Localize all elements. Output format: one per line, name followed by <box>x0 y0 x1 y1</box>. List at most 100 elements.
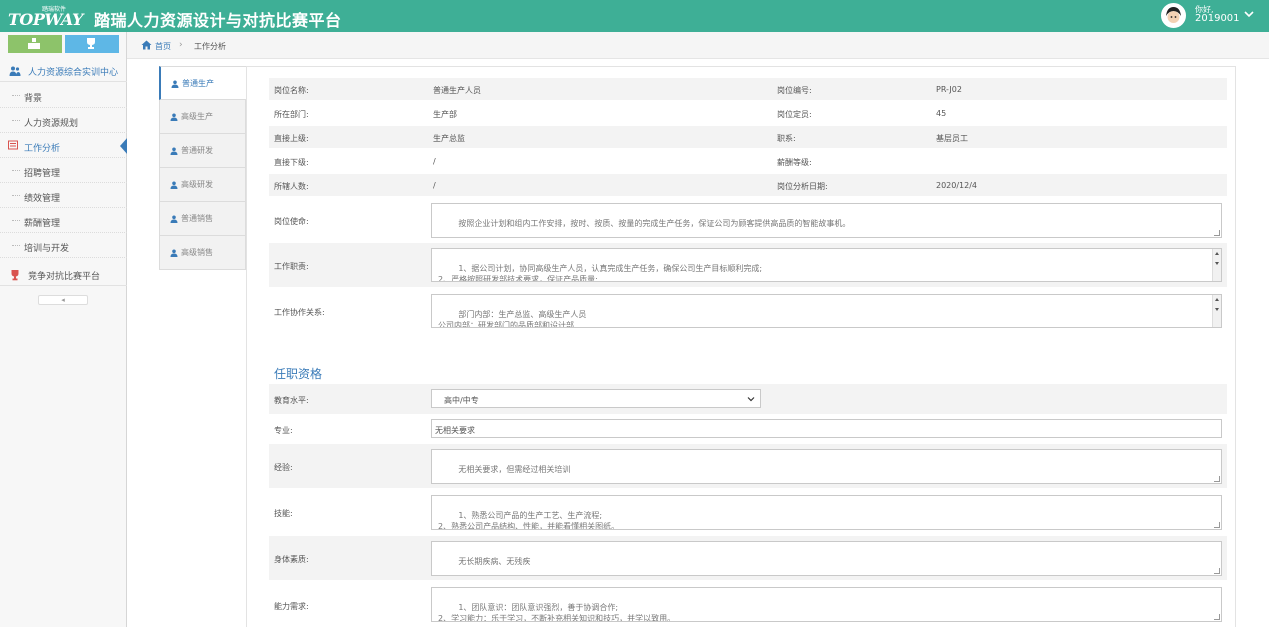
user-icon <box>170 113 178 121</box>
sidebar-shortcut-training[interactable] <box>8 35 62 53</box>
field-label: 薪酬等级: <box>777 158 812 167</box>
tab-senior-sales[interactable]: 高级销售 <box>159 236 246 270</box>
field-value: 生产总监 <box>433 134 465 143</box>
field-value: 45 <box>936 109 947 118</box>
user-icon <box>170 215 178 223</box>
breadcrumb-current: 工作分析 <box>194 42 226 51</box>
user-avatar[interactable] <box>1161 3 1186 28</box>
mission-row: 岗位使命: 按照企业计划和组内工作安排，按时、按质、按量的完成生产任务，保证公司… <box>269 199 1227 241</box>
relations-row: 工作协作关系: 部门内部：生产总监、高级生产人员 公司内部：研发部门的品质部和设… <box>269 289 1227 333</box>
sidebar-group-hr-training[interactable]: 人力资源综合实训中心 <box>0 60 127 82</box>
info-row: 所在部门: 生产部 岗位定员: 45 <box>269 102 1227 124</box>
sidebar-item-compensation[interactable]: 薪酬管理 <box>0 208 127 233</box>
info-row: 直接下级: / 薪酬等级: <box>269 150 1227 172</box>
mission-textarea[interactable]: 按照企业计划和组内工作安排，按时、按质、按量的完成生产任务，保证公司为顾客提供高… <box>431 203 1222 238</box>
field-value: 生产部 <box>433 110 457 119</box>
topway-logo[interactable]: 踏瑞软件 TOPWAY <box>8 4 83 29</box>
scrollbar[interactable] <box>1212 295 1221 327</box>
scrollbar[interactable] <box>1212 249 1221 281</box>
field-label: 职系: <box>777 134 796 143</box>
sidebar: 人力资源综合实训中心 背景 人力资源规划 工作分析 招聘管理 绩效管理 薪酬管理… <box>0 32 128 627</box>
experience-row: 经验: 无相关要求，但需经过相关培训 <box>269 444 1227 488</box>
field-label: 岗位定员: <box>777 110 812 119</box>
field-label: 能力需求: <box>274 602 309 611</box>
field-label: 所辖人数: <box>274 182 309 191</box>
breadcrumb: 首页 › 工作分析 <box>127 32 1269 59</box>
chevron-down-icon[interactable] <box>1243 8 1255 20</box>
tab-regular-sales[interactable]: 普通销售 <box>159 202 246 236</box>
field-label: 专业: <box>274 426 293 435</box>
sidebar-item-label: 绩效管理 <box>24 194 61 204</box>
app-title: 踏瑞人力资源设计与对抗比赛平台 <box>94 11 342 30</box>
field-label: 岗位使命: <box>274 217 309 226</box>
info-row: 直接上级: 生产总监 职系: 基层员工 <box>269 126 1227 148</box>
ability-textarea[interactable]: 1、团队意识：团队意识强烈，善于协调合作; 2、学习能力：乐于学习，不断补充相关… <box>431 587 1222 622</box>
section-title-qualifications: 任职资格 <box>274 367 323 381</box>
major-row: 专业: 无相关要求 <box>269 416 1227 442</box>
tab-label: 普通销售 <box>181 214 213 223</box>
list-icon <box>8 140 18 150</box>
sidebar-item-background[interactable]: 背景 <box>0 83 127 108</box>
field-label: 岗位名称: <box>274 86 309 95</box>
breadcrumb-home-link[interactable]: 首页 <box>155 41 171 52</box>
sidebar-shortcut-competition[interactable] <box>65 35 119 53</box>
job-analysis-panel: 岗位名称: 普通生产人员 岗位编号: PR-J02 所在部门: 生产部 岗位定员… <box>246 66 1236 627</box>
user-icon <box>170 249 178 257</box>
sidebar-item-hr-planning[interactable]: 人力资源规划 <box>0 108 127 133</box>
sidebar-item-label: 薪酬管理 <box>24 219 61 229</box>
education-row: 教育水平: 高中/中专 <box>269 384 1227 414</box>
user-icon <box>170 181 178 189</box>
field-label: 岗位分析日期: <box>777 182 828 191</box>
trophy-icon <box>11 270 19 281</box>
podium-icon <box>28 38 40 49</box>
info-row: 所辖人数: / 岗位分析日期: 2020/12/4 <box>269 174 1227 196</box>
chevron-down-icon <box>747 397 755 402</box>
education-select[interactable]: 高中/中专 <box>431 389 761 408</box>
sidebar-item-label: 工作分析 <box>24 144 61 154</box>
tab-senior-rnd[interactable]: 高级研发 <box>159 168 246 202</box>
user-icon <box>170 147 178 155</box>
major-input[interactable]: 无相关要求 <box>431 419 1222 438</box>
field-label: 岗位编号: <box>777 86 812 95</box>
user-icon <box>171 80 179 88</box>
field-label: 工作协作关系: <box>274 308 325 317</box>
tab-label: 高级销售 <box>181 248 213 257</box>
relations-textarea[interactable]: 部门内部：生产总监、高级生产人员 公司内部：研发部门的品质部和设计部 <box>431 294 1222 328</box>
sidebar-item-performance[interactable]: 绩效管理 <box>0 183 127 208</box>
sidebar-item-training[interactable]: 培训与开发 <box>0 233 127 258</box>
tab-senior-production[interactable]: 高级生产 <box>159 100 246 134</box>
sidebar-group-label: 竞争对抗比赛平台 <box>28 272 101 282</box>
sidebar-item-label: 人力资源规划 <box>24 119 79 129</box>
field-value: PR-J02 <box>936 85 962 94</box>
sidebar-collapse-button[interactable]: ◂ <box>38 295 88 305</box>
field-value: 2020/12/4 <box>936 181 978 190</box>
sidebar-group-competition[interactable]: 竞争对抗比赛平台 <box>0 264 127 286</box>
field-label: 身体素质: <box>274 555 309 564</box>
physical-textarea[interactable]: 无长期疾病、无残疾 <box>431 541 1222 576</box>
sidebar-item-label: 招聘管理 <box>24 169 61 179</box>
experience-textarea[interactable]: 无相关要求，但需经过相关培训 <box>431 449 1222 484</box>
sidebar-item-job-analysis[interactable]: 工作分析 <box>0 133 128 158</box>
skills-textarea[interactable]: 1、熟悉公司产品的生产工艺、生产流程; 2、熟悉公司产品结构、性能，并能看懂相关… <box>431 495 1222 530</box>
users-icon <box>9 66 21 76</box>
main-content: 普通生产 高级生产 普通研发 高级研发 普通销售 高级销售 岗位名称: 普通生产… <box>127 59 1269 627</box>
trophy-icon <box>87 38 95 49</box>
logo-text: TOPWAY <box>8 10 83 29</box>
tab-regular-production[interactable]: 普通生产 <box>159 66 246 100</box>
field-label: 技能: <box>274 509 293 518</box>
physical-row: 身体素质: 无长期疾病、无残疾 <box>269 536 1227 580</box>
field-label: 经验: <box>274 463 293 472</box>
sidebar-item-recruitment[interactable]: 招聘管理 <box>0 158 127 183</box>
tab-label: 普通生产 <box>182 79 214 88</box>
home-icon[interactable] <box>141 40 152 50</box>
field-value: / <box>433 181 436 190</box>
field-label: 教育水平: <box>274 396 309 405</box>
top-header: 踏瑞软件 TOPWAY 踏瑞人力资源设计与对抗比赛平台 你好, 2019001 <box>0 0 1269 32</box>
tab-regular-rnd[interactable]: 普通研发 <box>159 134 246 168</box>
sidebar-item-label: 培训与开发 <box>24 244 70 254</box>
sidebar-group-label: 人力资源综合实训中心 <box>28 68 119 78</box>
user-id: 2019001 <box>1195 13 1240 24</box>
field-label: 直接下级: <box>274 158 309 167</box>
breadcrumb-separator: › <box>179 40 183 50</box>
duties-textarea[interactable]: 1、据公司计划，协同高级生产人员，认真完成生产任务，确保公司生产目标顺利完成; … <box>431 248 1222 282</box>
